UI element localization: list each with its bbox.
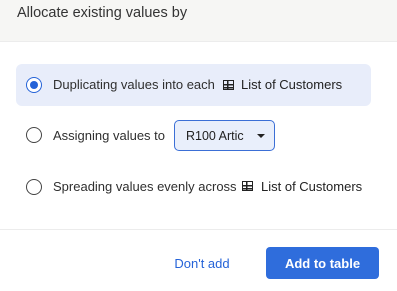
dont-add-button[interactable]: Don't add: [162, 248, 242, 278]
radio-spread[interactable]: [26, 179, 42, 195]
dialog-header: Allocate existing values by: [0, 0, 397, 42]
option-assign[interactable]: Assigning values to: [16, 120, 176, 151]
option-duplicate-target: List of Customers: [241, 77, 343, 92]
radio-assign[interactable]: [26, 127, 42, 143]
dialog-title: Allocate existing values by: [17, 5, 188, 21]
add-to-table-button[interactable]: Add to table: [266, 247, 379, 279]
option-assign-label: Assigning values to: [53, 128, 166, 143]
table-icon: [223, 80, 234, 90]
table-icon: [242, 181, 253, 191]
dropdown-value: R100 Artic: [186, 128, 244, 143]
option-duplicate[interactable]: Duplicating values into each List of Cus…: [16, 64, 371, 106]
option-spread-target: List of Customers: [261, 179, 363, 194]
footer-divider: [0, 229, 397, 230]
radio-duplicate[interactable]: [26, 77, 42, 93]
option-duplicate-label: Duplicating values into each: [53, 77, 215, 92]
option-spread-label: Spreading values evenly across: [53, 179, 237, 194]
chevron-down-icon: [257, 134, 265, 138]
option-spread[interactable]: Spreading values evenly across List of C…: [16, 176, 371, 198]
assign-target-dropdown[interactable]: R100 Artic: [174, 120, 275, 151]
